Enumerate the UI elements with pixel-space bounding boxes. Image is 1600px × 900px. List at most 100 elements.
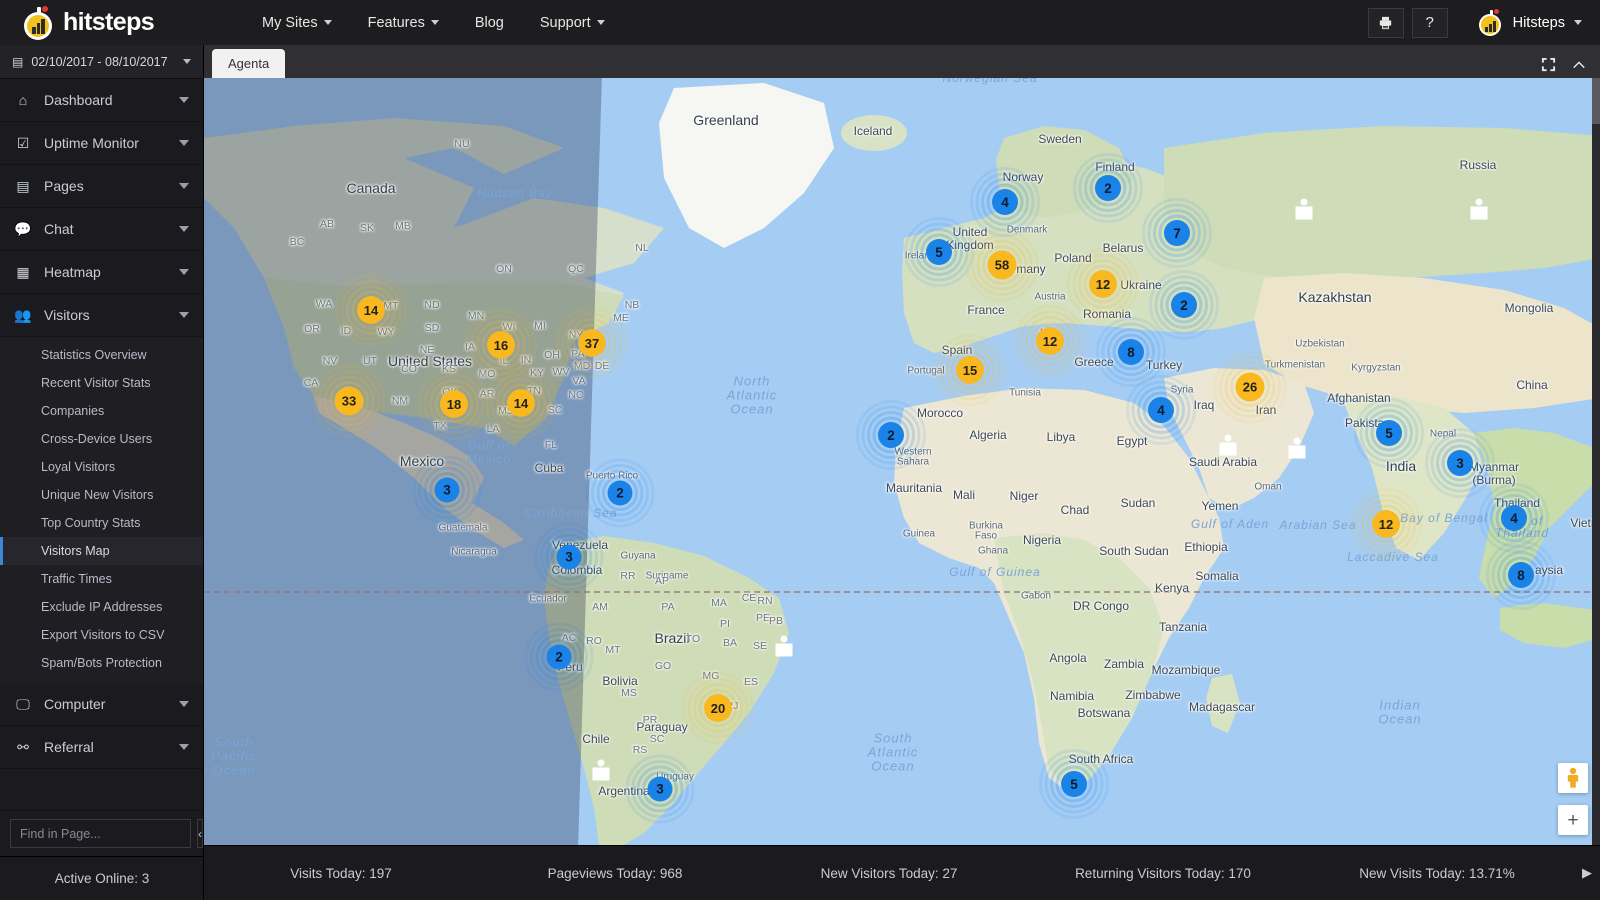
sidebar-subitem-companies[interactable]: Companies [0, 397, 203, 425]
sidebar-item-dashboard[interactable]: ⌂ Dashboard [0, 79, 203, 122]
brand-logo-link[interactable]: hitsteps [22, 6, 202, 40]
sidebar-subitem-top-country-stats[interactable]: Top Country Stats [0, 509, 203, 537]
chevron-down-icon [179, 226, 189, 232]
help-button[interactable]: ? [1412, 8, 1448, 38]
visitor-cluster-marker[interactable]: 4 [1148, 397, 1174, 423]
single-visitor-person-icon[interactable] [1296, 199, 1313, 220]
sidebar-subitem-label: Export Visitors to CSV [41, 628, 164, 642]
stat-pageviews-today: Pageviews Today: 968 [478, 866, 752, 881]
visitor-cluster-marker[interactable]: 5 [926, 239, 952, 265]
user-menu[interactable]: Hitsteps [1478, 10, 1582, 36]
date-range-picker[interactable]: ▤ 02/10/2017 - 08/10/2017 [0, 45, 203, 79]
visitor-cluster-marker[interactable]: 20 [704, 694, 732, 722]
nav-features-label: Features [368, 15, 425, 31]
sidebar-item-heatmap[interactable]: ▦ Heatmap [0, 251, 203, 294]
visitor-cluster-marker[interactable]: 2 [608, 481, 633, 506]
search-input[interactable] [10, 819, 191, 848]
single-visitor-person-icon[interactable] [776, 636, 793, 657]
sidebar-collapse-button[interactable]: ‹ [197, 819, 203, 848]
sidebar-item-partial-hidden[interactable] [0, 769, 203, 812]
sidebar-item-visitors[interactable]: 👥 Visitors [0, 294, 203, 337]
visitor-cluster-marker[interactable]: 5 [1376, 420, 1402, 446]
visitor-cluster-marker[interactable]: 37 [578, 329, 606, 357]
sidebar-subitem-traffic-times[interactable]: Traffic Times [0, 565, 203, 593]
visitor-cluster-marker[interactable]: 12 [1372, 510, 1400, 538]
visitor-cluster-marker[interactable]: 8 [1118, 339, 1144, 365]
fullscreen-expand-icon[interactable] [1541, 57, 1556, 72]
street-view-pegman-control[interactable] [1558, 763, 1588, 793]
visitor-cluster-marker[interactable]: 12 [1036, 327, 1064, 355]
sidebar-item-chat[interactable]: 💬 Chat [0, 208, 203, 251]
single-visitor-person-icon[interactable] [1220, 435, 1237, 456]
visitor-cluster-marker[interactable]: 3 [435, 478, 460, 503]
visitor-cluster-marker[interactable]: 2 [547, 645, 572, 670]
cluster-count-label: 3 [656, 782, 664, 797]
single-visitor-person-icon[interactable] [1471, 199, 1488, 220]
nav-blog[interactable]: Blog [457, 3, 522, 43]
users-icon: 👥 [14, 307, 32, 324]
user-name-label: Hitsteps [1513, 15, 1565, 31]
sidebar-label-visitors: Visitors [44, 307, 90, 323]
visitor-cluster-marker[interactable]: 7 [1164, 220, 1190, 246]
chevron-left-icon: ‹ [198, 827, 202, 841]
sidebar-subitem-spam-bots-protection[interactable]: Spam/Bots Protection [0, 649, 203, 677]
visitor-cluster-marker[interactable]: 26 [1236, 373, 1265, 402]
page-scrollbar-thumb[interactable] [1592, 78, 1600, 124]
sidebar-subitem-label: Unique New Visitors [41, 488, 153, 502]
visitor-cluster-marker[interactable]: 5 [1061, 771, 1087, 797]
sidebar-subitem-cross-device-users[interactable]: Cross-Device Users [0, 425, 203, 453]
single-visitor-person-icon[interactable] [1289, 438, 1306, 459]
cluster-count-label: 3 [443, 483, 451, 498]
print-button[interactable] [1368, 8, 1404, 38]
visitor-cluster-marker[interactable]: 14 [357, 296, 385, 324]
nav-my-sites[interactable]: My Sites [244, 3, 350, 43]
visitor-cluster-marker[interactable]: 18 [440, 390, 468, 418]
visitor-cluster-marker[interactable]: 4 [1501, 505, 1527, 531]
user-avatar-logo-icon [1478, 10, 1504, 36]
sidebar-item-computer[interactable]: 🖵 Computer [0, 683, 203, 726]
sidebar-subitem-label: Cross-Device Users [41, 432, 152, 446]
chevron-up-icon[interactable] [1572, 60, 1586, 70]
visitor-cluster-marker[interactable]: 16 [487, 331, 515, 359]
cluster-count-label: 4 [1157, 403, 1165, 418]
visitor-cluster-marker[interactable]: 2 [1095, 175, 1121, 201]
visitor-cluster-marker[interactable]: 2 [1171, 292, 1197, 318]
nav-support[interactable]: Support [522, 3, 623, 43]
visitor-cluster-marker[interactable]: 58 [988, 251, 1017, 280]
sidebar-subitem-export-visitors-to-csv[interactable]: Export Visitors to CSV [0, 621, 203, 649]
sidebar-subitem-exclude-ip-addresses[interactable]: Exclude IP Addresses [0, 593, 203, 621]
cluster-count-label: 14 [514, 396, 528, 411]
sidebar-item-uptime-monitor[interactable]: ☑ Uptime Monitor [0, 122, 203, 165]
visitor-cluster-marker[interactable]: 3 [557, 545, 582, 570]
cluster-count-label: 3 [1456, 456, 1464, 471]
status-next-button[interactable]: ▶ [1574, 865, 1600, 881]
nav-features[interactable]: Features [350, 3, 457, 43]
visitor-cluster-marker[interactable]: 2 [878, 422, 904, 448]
sidebar-subitem-statistics-overview[interactable]: Statistics Overview [0, 341, 203, 369]
sidebar-subitem-loyal-visitors[interactable]: Loyal Visitors [0, 453, 203, 481]
visitor-cluster-marker[interactable]: 3 [648, 777, 673, 802]
sidebar-subitem-unique-new-visitors[interactable]: Unique New Visitors [0, 481, 203, 509]
visitor-cluster-marker[interactable]: 14 [507, 389, 535, 417]
cluster-count-label: 58 [995, 258, 1009, 273]
tab-agenta[interactable]: Agenta [212, 49, 285, 78]
page-scrollbar-track[interactable] [1592, 78, 1600, 845]
main-nav-links: My Sites Features Blog Support [244, 3, 623, 43]
zoom-in-button[interactable]: + [1558, 805, 1588, 835]
sidebar-item-pages[interactable]: ▤ Pages [0, 165, 203, 208]
visitor-cluster-marker[interactable]: 4 [992, 189, 1018, 215]
visitors-map[interactable]: GreenlandIcelandCanadaHudson BayNorwegia… [204, 78, 1600, 845]
sidebar-item-referral[interactable]: ⚯ Referral [0, 726, 203, 769]
cluster-count-label: 8 [1127, 345, 1135, 360]
visitor-cluster-marker[interactable]: 15 [956, 356, 984, 384]
visitor-cluster-marker[interactable]: 8 [1508, 562, 1534, 588]
visitor-cluster-marker[interactable]: 3 [1447, 450, 1473, 476]
sidebar-subitem-recent-visitor-stats[interactable]: Recent Visitor Stats [0, 369, 203, 397]
sidebar-subitem-visitors-map[interactable]: Visitors Map [0, 537, 203, 565]
stat-visits-today: Visits Today: 197 [204, 866, 478, 881]
pegman-icon [1565, 767, 1581, 789]
visitor-cluster-marker[interactable]: 33 [335, 387, 364, 416]
visitor-cluster-marker[interactable]: 12 [1089, 270, 1117, 298]
home-icon: ⌂ [14, 92, 32, 108]
single-visitor-person-icon[interactable] [593, 760, 610, 781]
